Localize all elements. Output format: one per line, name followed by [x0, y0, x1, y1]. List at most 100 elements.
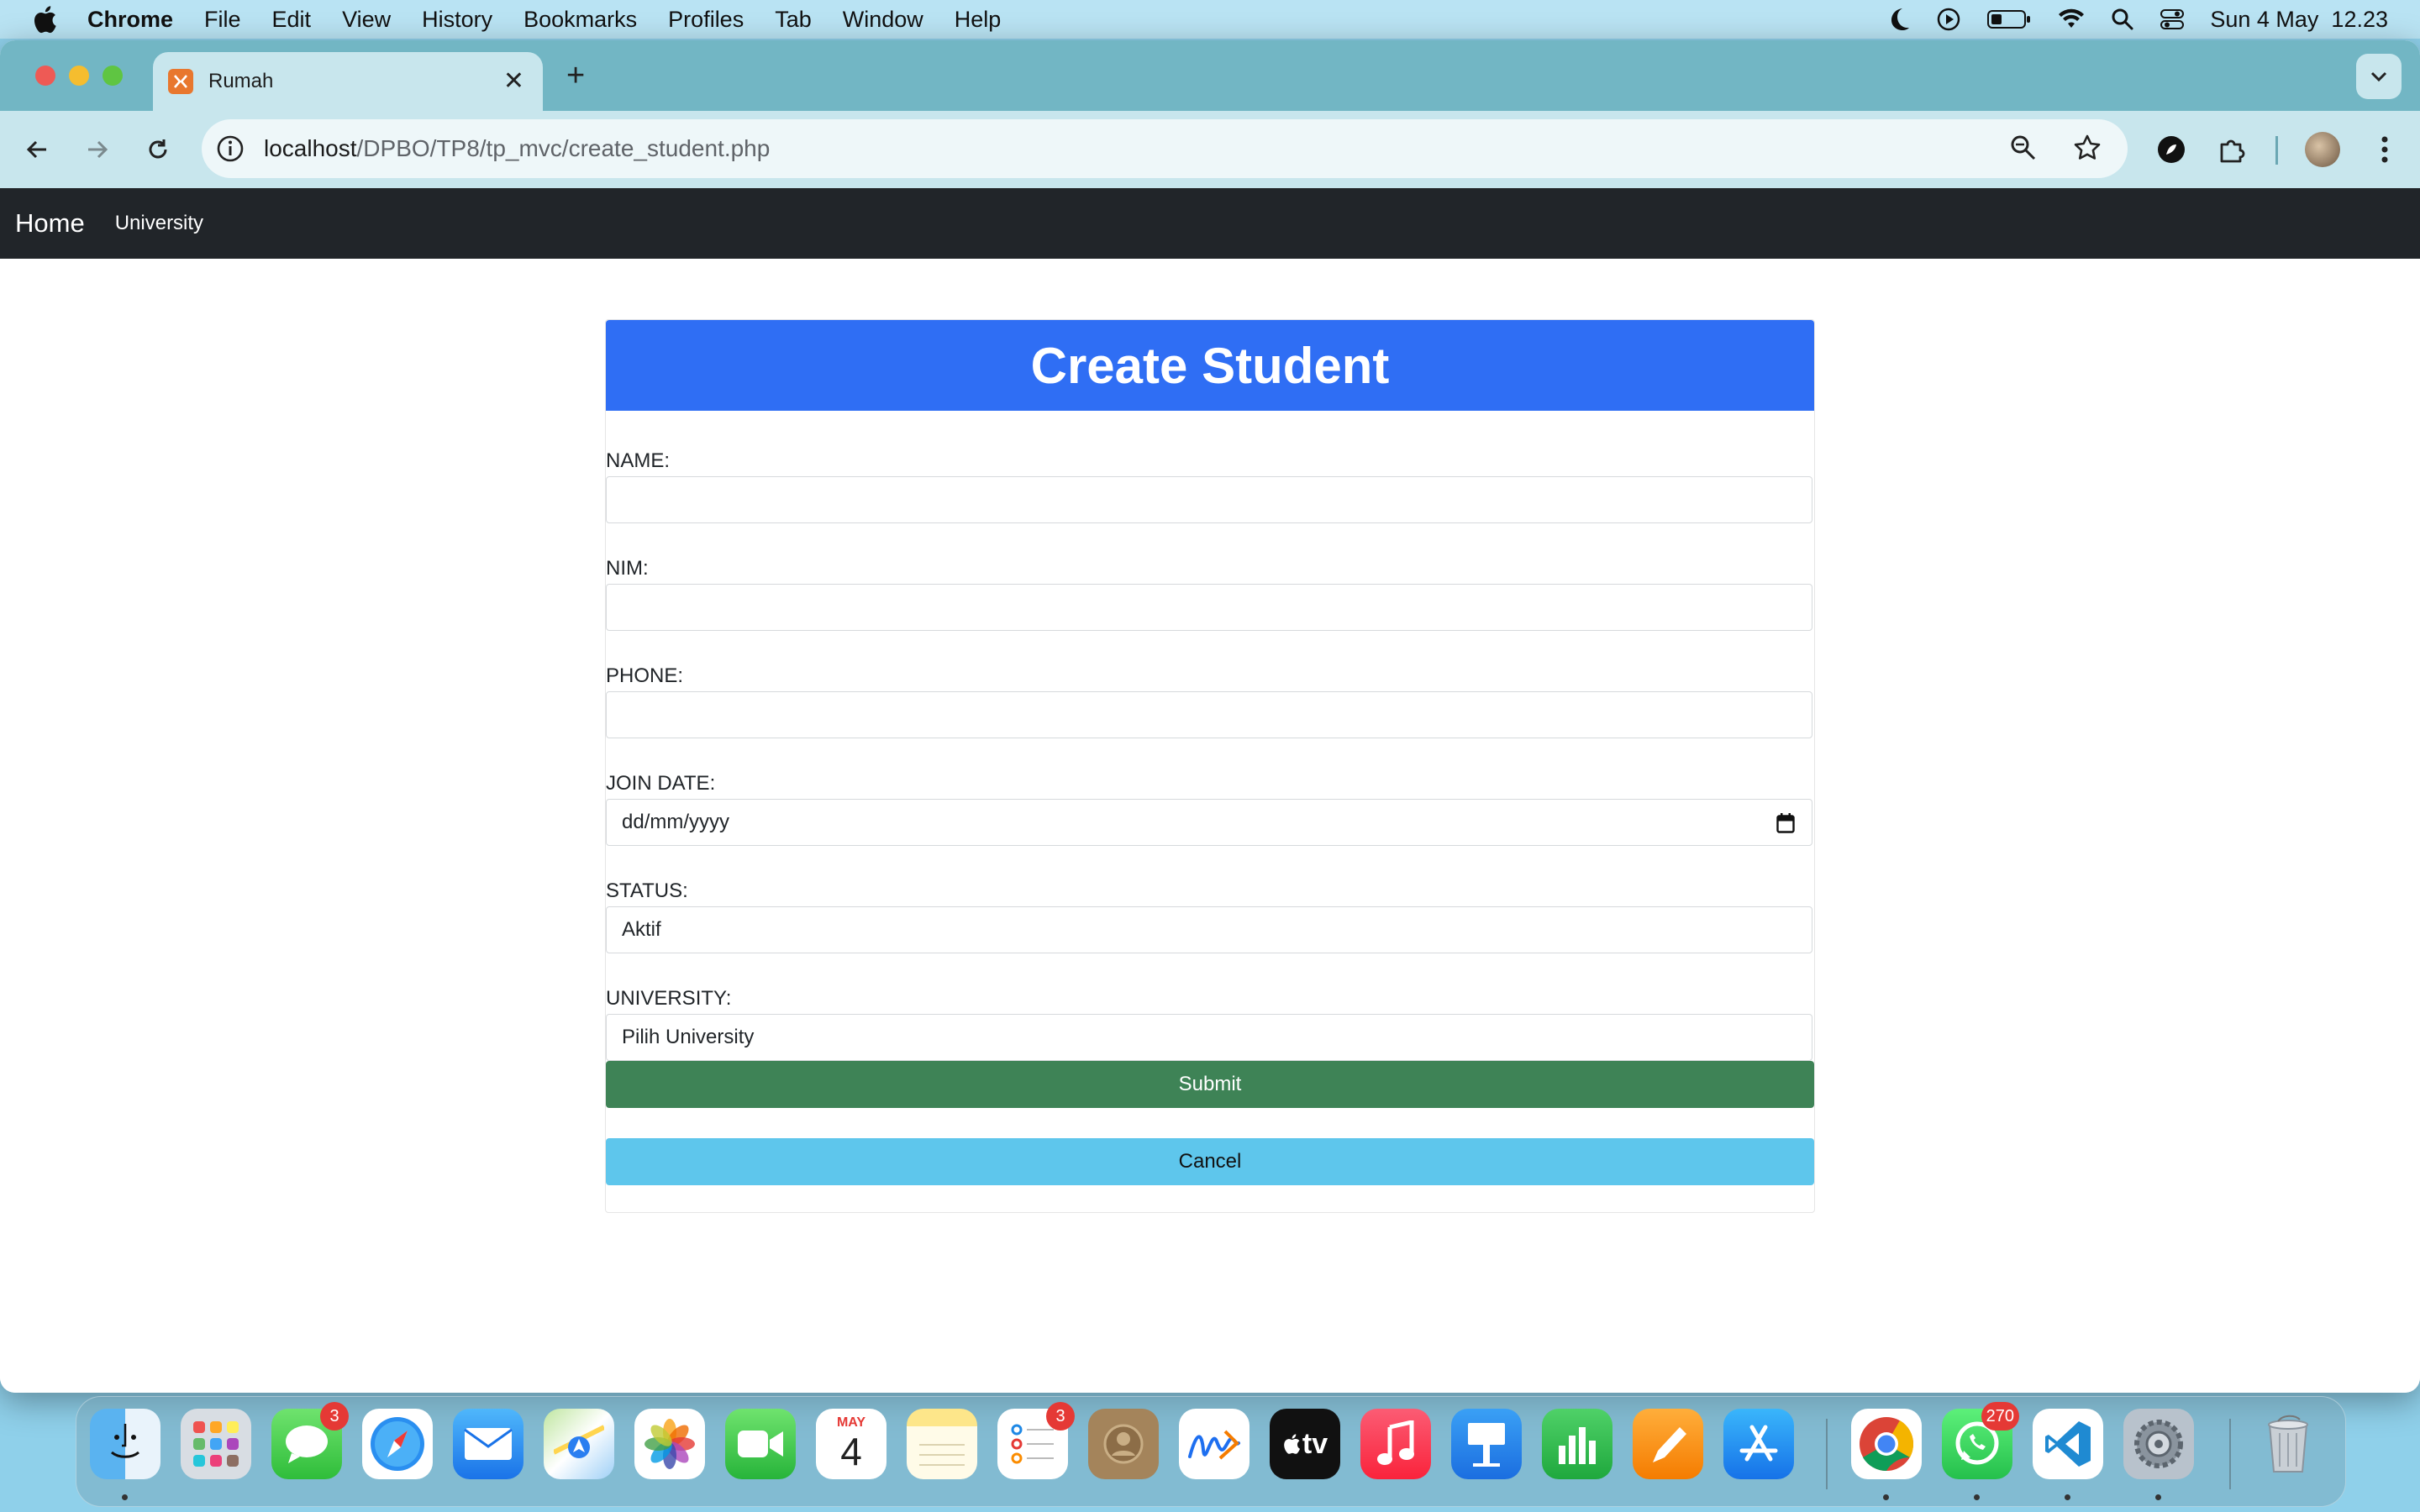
menu-profiles[interactable]: Profiles: [668, 7, 744, 33]
whatsapp-badge: 270: [1981, 1402, 2019, 1431]
menu-file[interactable]: File: [204, 7, 241, 33]
calendar-day: 4: [840, 1430, 862, 1473]
close-tab-icon[interactable]: ✕: [503, 67, 524, 96]
forward-arrow-icon[interactable]: [77, 129, 118, 170]
university-select[interactable]: Pilih University: [606, 1014, 1812, 1061]
finder-running-dot: [122, 1494, 128, 1500]
dock-separator-trash: [2229, 1419, 2231, 1489]
chrome-menu-icon[interactable]: [2363, 128, 2407, 171]
name-label: NAME:: [606, 449, 671, 472]
zoom-window-button[interactable]: [103, 66, 123, 86]
create-student-card: Create Student NAME: NIM: PHONE: JOIN DA…: [605, 319, 1815, 1213]
mail-icon[interactable]: [453, 1409, 523, 1479]
spotlight-search-icon[interactable]: [2111, 8, 2134, 31]
menu-history[interactable]: History: [422, 7, 492, 33]
menubar-clock[interactable]: Sun 4 May 12.23: [2210, 7, 2388, 33]
browser-window: Rumah ✕ + localhost/DPBO/TP8/tp_mvc/crea…: [0, 40, 2420, 1393]
reminders-badge: 3: [1046, 1402, 1075, 1431]
nim-input[interactable]: [606, 584, 1812, 631]
web-page: Home University Create Student NAME: NIM…: [0, 188, 2420, 1393]
nim-label: NIM:: [606, 557, 649, 580]
menu-help[interactable]: Help: [955, 7, 1002, 33]
app-store-icon[interactable]: [1723, 1409, 1794, 1479]
close-window-button[interactable]: [35, 66, 55, 86]
join-date-input[interactable]: dd/mm/yyyy: [606, 799, 1812, 846]
navbar-link-university[interactable]: University: [115, 212, 203, 235]
university-label: UNIVERSITY:: [606, 987, 732, 1010]
calendar-picker-icon[interactable]: [1776, 813, 1795, 833]
join-date-label: JOIN DATE:: [606, 772, 716, 795]
dock-separator: [1826, 1419, 1828, 1489]
tv-label: tv: [1302, 1427, 1328, 1460]
menu-edit[interactable]: Edit: [272, 7, 312, 33]
system-settings-icon[interactable]: [2123, 1409, 2194, 1479]
apple-icon[interactable]: [32, 5, 57, 34]
menu-bar: Chrome File Edit View History Bookmarks …: [0, 0, 2420, 39]
contacts-icon[interactable]: [1088, 1409, 1159, 1479]
xampp-favicon-icon: [168, 69, 193, 94]
chrome-icon[interactable]: [1851, 1409, 1922, 1479]
cancel-button[interactable]: Cancel: [606, 1138, 1814, 1185]
dock: 3 MAY 4 3 tv 270: [76, 1396, 2346, 1507]
battery-icon[interactable]: [1986, 8, 2032, 31]
bookmark-star-icon[interactable]: [2072, 133, 2102, 163]
extension-logo-icon[interactable]: [2149, 128, 2193, 171]
name-input[interactable]: [606, 476, 1812, 523]
settings-running-dot: [2155, 1494, 2161, 1500]
site-info-icon[interactable]: [215, 134, 245, 164]
chrome-running-dot: [1883, 1494, 1889, 1500]
messages-icon[interactable]: 3: [271, 1402, 349, 1479]
focus-moon-icon[interactable]: [1887, 7, 1911, 32]
toolbar-divider: [2275, 136, 2278, 165]
status-select[interactable]: Aktif: [606, 906, 1812, 953]
whatsapp-running-dot: [1974, 1494, 1980, 1500]
navbar-brand-home[interactable]: Home: [15, 208, 85, 239]
notes-icon[interactable]: [907, 1409, 977, 1479]
tv-icon[interactable]: tv: [1270, 1409, 1340, 1479]
vscode-icon[interactable]: [2033, 1409, 2103, 1479]
maps-icon[interactable]: [544, 1409, 614, 1479]
whatsapp-icon[interactable]: 270: [1942, 1402, 2019, 1479]
profile-avatar[interactable]: [2301, 128, 2344, 171]
menu-tab[interactable]: Tab: [775, 7, 812, 33]
address-bar[interactable]: localhost/DPBO/TP8/tp_mvc/create_student…: [202, 119, 2128, 178]
extensions-puzzle-icon[interactable]: [2210, 128, 2254, 171]
messages-badge: 3: [320, 1402, 349, 1431]
launchpad-icon[interactable]: [181, 1409, 251, 1479]
menu-bookmarks[interactable]: Bookmarks: [523, 7, 637, 33]
submit-button[interactable]: Submit: [606, 1061, 1814, 1108]
new-tab-icon[interactable]: +: [566, 59, 585, 92]
tab-strip: Rumah ✕ +: [0, 40, 2420, 111]
freeform-icon[interactable]: [1179, 1409, 1249, 1479]
zoom-icon[interactable]: [2008, 133, 2039, 163]
browser-tab-active[interactable]: Rumah ✕: [153, 52, 543, 111]
pages-icon[interactable]: [1633, 1409, 1703, 1479]
calendar-month: MAY: [816, 1415, 886, 1431]
join-date-value: dd/mm/yyyy: [622, 811, 730, 833]
finder-icon[interactable]: [90, 1409, 160, 1479]
facetime-icon[interactable]: [725, 1409, 796, 1479]
control-center-icon[interactable]: [2160, 8, 2185, 31]
safari-icon[interactable]: [362, 1409, 433, 1479]
calendar-icon[interactable]: MAY 4: [816, 1409, 886, 1479]
numbers-icon[interactable]: [1542, 1409, 1612, 1479]
reload-icon[interactable]: [138, 129, 178, 170]
menu-view[interactable]: View: [342, 7, 391, 33]
url-host: localhost: [264, 135, 357, 161]
back-arrow-icon[interactable]: [17, 129, 57, 170]
minimize-window-button[interactable]: [69, 66, 89, 86]
reminders-icon[interactable]: 3: [997, 1402, 1075, 1479]
tab-search-chevron-icon[interactable]: [2356, 54, 2402, 99]
phone-input[interactable]: [606, 691, 1812, 738]
music-icon[interactable]: [1360, 1409, 1431, 1479]
url-path: /DPBO/TP8/tp_mvc/create_student.php: [356, 135, 771, 161]
menu-app-name[interactable]: Chrome: [87, 7, 173, 33]
trash-icon[interactable]: [2253, 1409, 2323, 1479]
now-playing-icon[interactable]: [1936, 7, 1961, 32]
menu-window[interactable]: Window: [843, 7, 923, 33]
status-label: STATUS:: [606, 879, 688, 902]
photos-icon[interactable]: [634, 1409, 705, 1479]
wifi-icon[interactable]: [2057, 8, 2086, 31]
keynote-icon[interactable]: [1451, 1409, 1522, 1479]
site-navbar: Home University: [0, 188, 2420, 259]
